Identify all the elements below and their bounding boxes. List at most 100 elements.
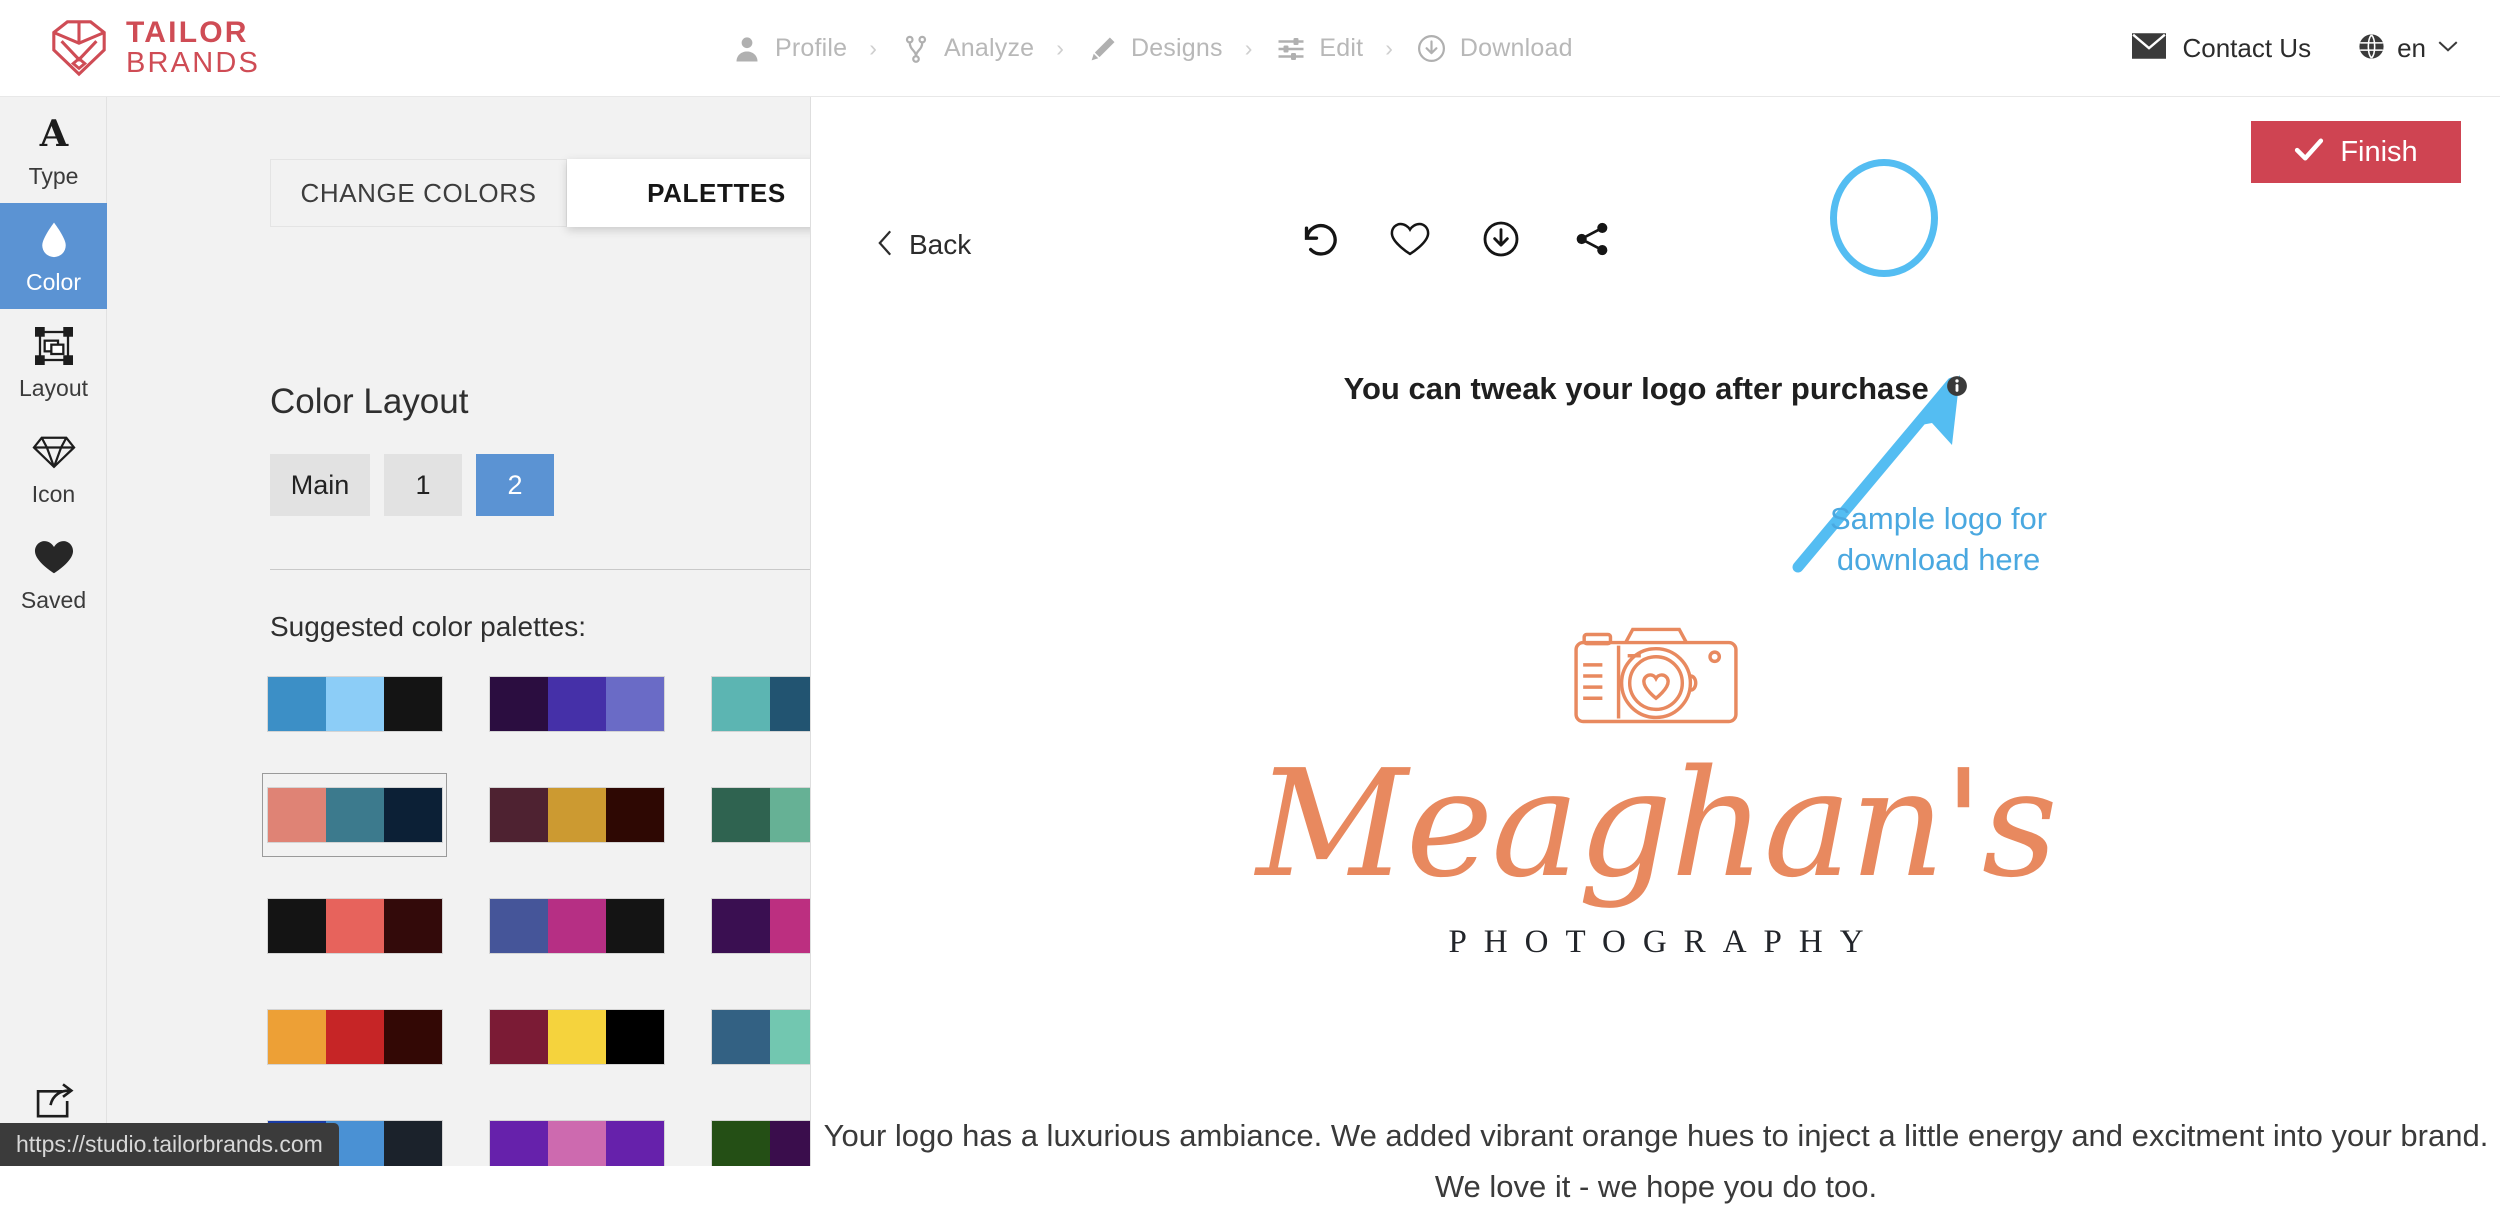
palette-swatch[interactable] (484, 995, 669, 1079)
sidebar-item-color[interactable]: Color (0, 203, 107, 309)
step-profile[interactable]: Profile (730, 32, 847, 66)
status-bar-url: https://studio.tailorbrands.com (0, 1123, 339, 1166)
finish-button[interactable]: Finish (2251, 121, 2461, 183)
palette-colors (712, 1121, 812, 1166)
palette-color (548, 677, 606, 731)
user-icon (730, 32, 764, 66)
palette-color (268, 899, 326, 953)
layout-option-2[interactable]: 2 (476, 454, 554, 516)
step-separator: › (1385, 35, 1393, 62)
palette-color (384, 677, 442, 731)
palette-color (268, 1010, 326, 1064)
back-label: Back (909, 229, 971, 261)
brand-logo[interactable]: TAILOR BRANDS (48, 17, 260, 79)
palette-swatch[interactable] (706, 662, 811, 746)
palette-color (490, 788, 548, 842)
annotation-line2: download here (1830, 540, 2047, 581)
palette-color (770, 677, 812, 731)
back-button[interactable]: Back (877, 229, 971, 261)
palette-swatch[interactable] (262, 773, 447, 857)
palette-color (712, 1121, 770, 1166)
tweak-note: You can tweak your logo after purchase (812, 369, 2500, 407)
pencil-icon (1086, 32, 1120, 66)
step-edit[interactable]: Edit (1274, 32, 1363, 66)
tab-change-colors[interactable]: CHANGE COLORS (270, 159, 567, 227)
palette-color (606, 1121, 664, 1166)
logo-stage: Back (812, 97, 2500, 1166)
palette-colors (268, 1010, 442, 1064)
heart-filled-icon (33, 535, 75, 581)
logo-preview[interactable]: Meaghan's PHOTOGRAPHY (812, 617, 2500, 961)
palette-color (490, 899, 548, 953)
tailor-brands-shield-heart-icon (48, 17, 110, 79)
palette-swatch[interactable] (262, 662, 447, 746)
check-icon (2294, 137, 2324, 167)
envelope-icon (2132, 33, 2166, 64)
step-label: Analyze (944, 34, 1034, 63)
palette-color (712, 899, 770, 953)
left-rail: A Type Color Layout (0, 97, 107, 1166)
palette-colors (490, 788, 664, 842)
palette-color (490, 1010, 548, 1064)
sliders-icon (1274, 32, 1308, 66)
palette-colors (712, 1010, 812, 1064)
sidebar-item-label: Layout (19, 375, 88, 402)
color-layout-options: Main 1 2 (270, 454, 568, 516)
brand-name-line2: BRANDS (126, 49, 260, 79)
palette-swatch[interactable] (706, 773, 811, 857)
info-icon[interactable] (1946, 369, 1968, 405)
palette-color (326, 788, 384, 842)
contact-us-label: Contact Us (2182, 33, 2311, 64)
step-separator: › (1056, 35, 1064, 62)
share-icon[interactable] (1570, 217, 1614, 261)
palette-colors (490, 677, 664, 731)
color-panel: CHANGE COLORS PALETTES Color Layout Main… (107, 97, 811, 1166)
sidebar-item-type[interactable]: A Type (0, 97, 107, 203)
palette-color (606, 899, 664, 953)
palette-swatch[interactable] (484, 773, 669, 857)
palette-colors (712, 788, 812, 842)
palette-color (606, 788, 664, 842)
palette-color (384, 1121, 442, 1166)
palette-swatch[interactable] (706, 884, 811, 968)
layout-option-1[interactable]: 1 (384, 454, 462, 516)
suggested-palettes-title: Suggested color palettes: (270, 611, 586, 643)
brand-name-line1: TAILOR (126, 18, 260, 49)
palette-color (384, 899, 442, 953)
chevron-down-icon (2438, 40, 2458, 58)
palette-swatch[interactable] (484, 884, 669, 968)
palette-color (770, 1121, 812, 1166)
palette-swatch[interactable] (706, 995, 811, 1079)
step-analyze[interactable]: Analyze (899, 32, 1034, 66)
palette-swatch[interactable] (706, 1106, 811, 1166)
app-header: TAILOR BRANDS Profile › Analyze › (0, 0, 2500, 97)
logo-tagline: PHOTOGRAPHY (1431, 924, 1880, 961)
download-circle-icon[interactable] (1479, 217, 1523, 261)
step-download[interactable]: Download (1415, 32, 1573, 66)
palette-swatch[interactable] (262, 884, 447, 968)
palette-colors (268, 788, 442, 842)
sidebar-item-layout[interactable]: Layout (0, 309, 107, 415)
palette-color (326, 899, 384, 953)
step-designs[interactable]: Designs (1086, 32, 1223, 66)
annotation-text: Sample logo for download here (1830, 499, 2047, 581)
sidebar-item-label: Icon (32, 481, 75, 508)
contact-us-button[interactable]: Contact Us (2132, 33, 2311, 64)
palette-color (548, 1010, 606, 1064)
palette-swatch[interactable] (262, 995, 447, 1079)
palette-swatch[interactable] (484, 662, 669, 746)
palette-color (268, 788, 326, 842)
heart-outline-icon[interactable] (1388, 217, 1432, 261)
language-selector[interactable]: en (2357, 32, 2458, 66)
undo-icon[interactable] (1297, 217, 1341, 261)
palette-swatch[interactable] (484, 1106, 669, 1166)
palette-colors (712, 899, 812, 953)
step-label: Edit (1319, 34, 1363, 63)
step-separator: › (869, 35, 877, 62)
palette-color (326, 677, 384, 731)
sidebar-item-saved[interactable]: Saved (0, 521, 107, 627)
tab-palettes[interactable]: PALETTES (567, 159, 811, 227)
layout-option-main[interactable]: Main (270, 454, 370, 516)
globe-icon (2357, 32, 2386, 66)
sidebar-item-icon[interactable]: Icon (0, 415, 107, 521)
